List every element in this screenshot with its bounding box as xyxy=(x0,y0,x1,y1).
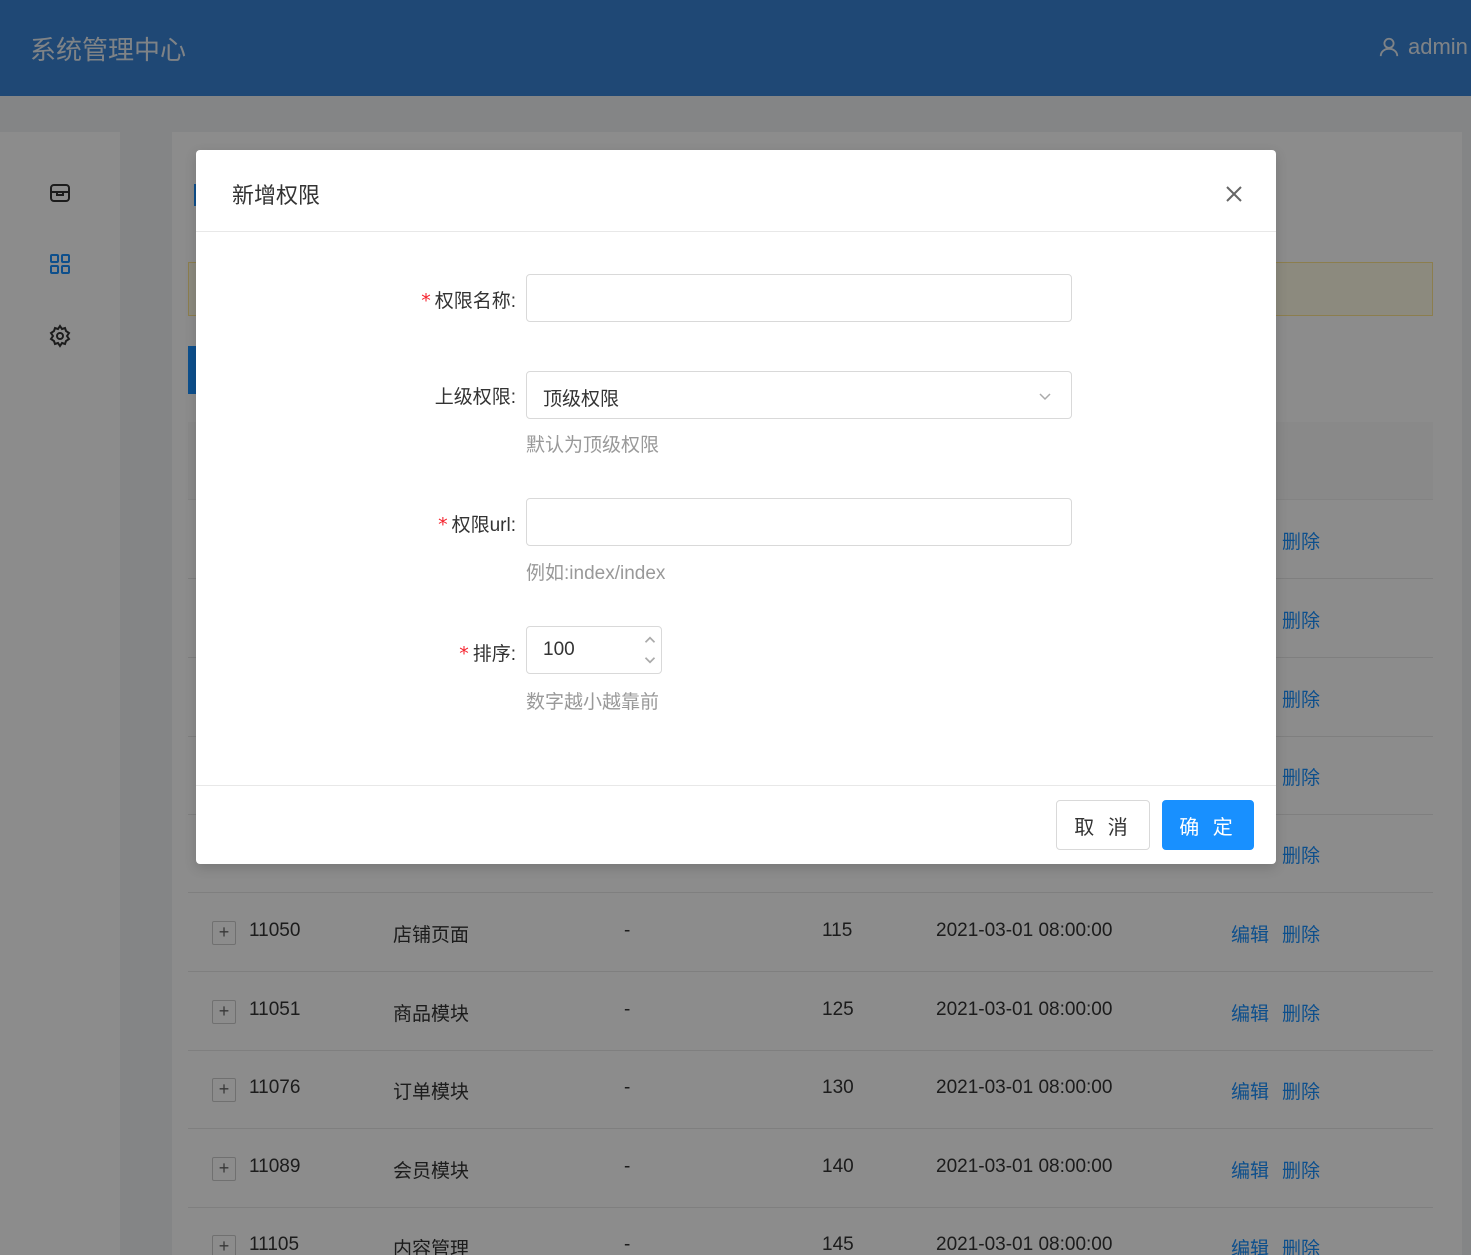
sort-help-text: 数字越小越靠前 xyxy=(526,692,660,713)
modal-title: 新增权限 xyxy=(232,183,321,208)
modal-header: 新增权限 xyxy=(196,150,1276,232)
parent-select-value: 顶级权限 xyxy=(543,389,620,410)
chevron-down-icon[interactable] xyxy=(641,651,659,669)
url-label: * 权限url: xyxy=(438,514,516,536)
chevron-up-icon[interactable] xyxy=(641,631,659,649)
ok-button[interactable]: 确 定 xyxy=(1162,800,1254,850)
url-help-text: 例如:index/index xyxy=(526,563,666,584)
close-icon[interactable] xyxy=(1222,182,1246,206)
permission-url-input[interactable] xyxy=(526,498,1072,546)
name-label: * 权限名称: xyxy=(421,290,516,312)
chevron-down-icon[interactable] xyxy=(1037,388,1053,404)
sort-input[interactable] xyxy=(527,627,637,673)
sort-number-input xyxy=(526,626,662,674)
sort-label: * 排序: xyxy=(459,643,516,665)
add-permission-modal: 新增权限 * 权限名称: 上级权限: 顶级权限 默认为顶级权限 * 权限url: 例… xyxy=(196,150,1276,864)
parent-label: 上级权限: xyxy=(434,387,516,408)
permission-name-input[interactable] xyxy=(526,274,1072,322)
cancel-button[interactable]: 取 消 xyxy=(1056,800,1150,850)
parent-help-text: 默认为顶级权限 xyxy=(526,435,660,456)
parent-permission-select[interactable]: 顶级权限 xyxy=(526,371,1072,419)
modal-footer: 取 消 确 定 xyxy=(196,785,1276,864)
